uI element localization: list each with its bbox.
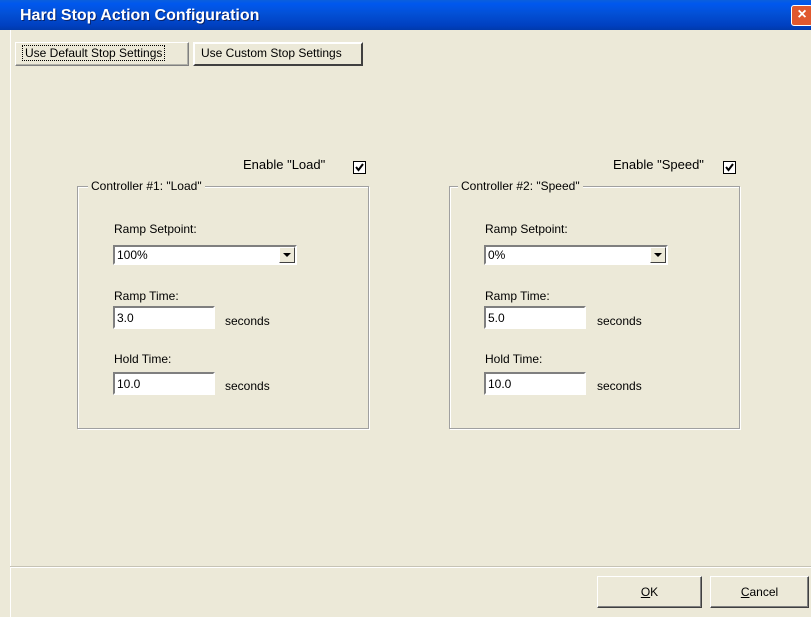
controller-2-title: Controller #2: "Speed": [458, 179, 583, 193]
tab-custom-stop-settings[interactable]: Use Custom Stop Settings: [193, 42, 363, 66]
tab-default-stop-settings[interactable]: Use Default Stop Settings: [15, 42, 189, 66]
tab-label: Use Default Stop Settings: [22, 45, 166, 61]
title-bar[interactable]: Hard Stop Action Configuration: [0, 0, 811, 30]
chevron-down-icon: [654, 253, 662, 257]
hold-time-value: 10.0: [488, 377, 512, 391]
close-button[interactable]: ×: [791, 5, 811, 26]
enable-speed-label: Enable "Speed": [613, 157, 704, 172]
ramp-time-unit: seconds: [225, 314, 270, 328]
cancel-button[interactable]: Cancel: [710, 576, 809, 608]
ramp-setpoint-select-2[interactable]: 0%: [484, 245, 668, 265]
chevron-down-icon: [283, 253, 291, 257]
cancel-label: ancel: [749, 585, 779, 599]
dropdown-button[interactable]: [279, 247, 295, 263]
ramp-setpoint-label: Ramp Setpoint:: [114, 222, 197, 236]
ramp-time-label: Ramp Time:: [114, 289, 179, 303]
enable-load-checkbox[interactable]: [353, 161, 366, 174]
hold-time-unit: seconds: [225, 379, 270, 393]
hold-time-unit: seconds: [597, 379, 642, 393]
ramp-time-input-2[interactable]: 5.0: [484, 306, 586, 329]
ramp-setpoint-select-1[interactable]: 100%: [113, 245, 297, 265]
hold-time-input-2[interactable]: 10.0: [484, 372, 586, 395]
ramp-time-input-1[interactable]: 3.0: [113, 306, 215, 329]
ramp-time-unit: seconds: [597, 314, 642, 328]
ok-button[interactable]: OK: [597, 576, 702, 608]
ok-label: K: [650, 585, 659, 599]
ramp-setpoint-value: 0%: [488, 248, 506, 262]
hold-time-value: 10.0: [117, 377, 141, 391]
ramp-setpoint-label: Ramp Setpoint:: [485, 222, 568, 236]
dropdown-button[interactable]: [650, 247, 666, 263]
ramp-time-value: 5.0: [488, 311, 505, 325]
enable-speed-checkbox[interactable]: [723, 161, 736, 174]
ramp-setpoint-value: 100%: [117, 248, 148, 262]
checkmark-icon: [355, 163, 364, 172]
tab-label: Use Custom Stop Settings: [201, 46, 342, 60]
separator: [10, 566, 811, 568]
controller-1-title: Controller #1: "Load": [88, 179, 205, 193]
close-icon: ×: [797, 6, 807, 23]
ramp-time-label: Ramp Time:: [485, 289, 550, 303]
hold-time-label: Hold Time:: [485, 352, 543, 366]
enable-load-label: Enable "Load": [243, 157, 326, 172]
hold-time-label: Hold Time:: [114, 352, 172, 366]
ok-mnemonic: O: [640, 585, 651, 599]
hold-time-input-1[interactable]: 10.0: [113, 372, 215, 395]
ramp-time-value: 3.0: [117, 311, 134, 325]
checkmark-icon: [725, 163, 734, 172]
window-title: Hard Stop Action Configuration: [20, 7, 260, 24]
